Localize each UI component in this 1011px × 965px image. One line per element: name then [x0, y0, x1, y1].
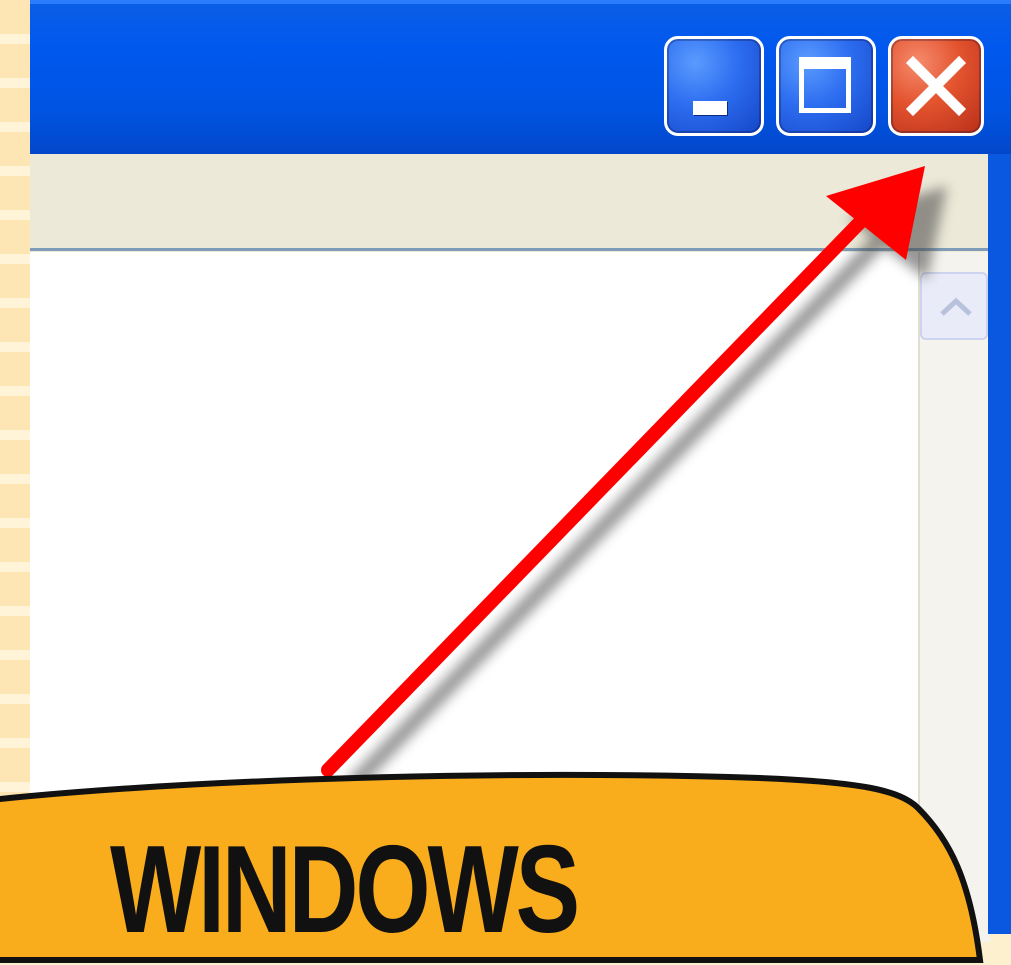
scroll-up-button[interactable]: [920, 272, 988, 340]
chevron-up-icon: [940, 297, 972, 316]
minimize-icon: [693, 101, 727, 115]
callout-text: WINDOWS: [110, 821, 580, 959]
minimize-button[interactable]: [664, 36, 764, 136]
maximize-button[interactable]: [776, 36, 876, 136]
toolbar: [30, 154, 996, 251]
title-bar[interactable]: [30, 4, 1011, 154]
maximize-icon: [799, 57, 851, 113]
close-button[interactable]: [888, 36, 984, 136]
close-icon: [905, 55, 967, 117]
